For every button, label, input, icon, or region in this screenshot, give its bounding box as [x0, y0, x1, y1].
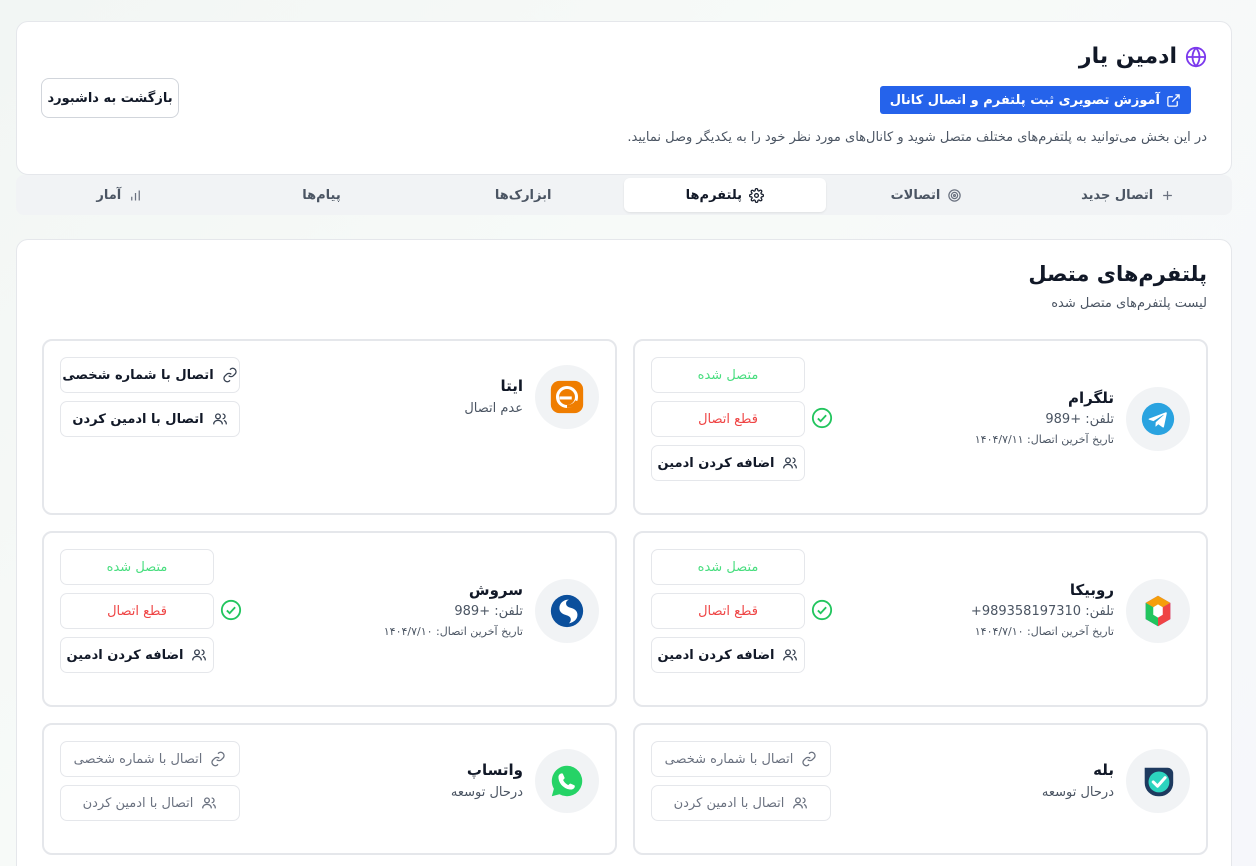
platforms-panel: پلتفرم‌های متصل لیست پلتفرم‌های متصل شده…	[16, 239, 1232, 866]
check-circle-icon	[811, 407, 833, 429]
connect-personal-label: اتصال با شماره شخصی	[664, 751, 794, 767]
users-icon	[192, 649, 207, 661]
back-to-dashboard-button[interactable]: بازگشت به داشبورد	[41, 78, 179, 118]
tab-label: پیام‌ها	[302, 187, 341, 203]
add-admin-button[interactable]: اضافه کردن ادمین	[60, 637, 214, 673]
tab-label: آمار	[96, 187, 122, 203]
platform-phone: تلفن: 989358197310+	[970, 604, 1114, 619]
globe-icon	[1185, 46, 1207, 68]
platform-name: واتساپ	[466, 761, 523, 779]
platform-last-connection: تاریخ آخرین اتصال: ۱۴۰۴/۷/۱۰	[974, 625, 1114, 638]
tutorial-link-button[interactable]: آموزش تصویری ثبت پلتفرم و اتصال کانال	[879, 86, 1191, 114]
tab-label: پلتفرم‌ها	[685, 187, 743, 203]
platform-last-connection: تاریخ آخرین اتصال: ۱۴۰۴/۷/۱۱	[974, 433, 1114, 446]
users-icon	[202, 797, 217, 809]
users-icon	[793, 797, 808, 809]
platform-status: درحال توسعه	[450, 785, 523, 800]
connect-by-admin-button[interactable]: اتصال با ادمین کردن	[60, 401, 240, 437]
whatsapp-icon	[551, 765, 583, 797]
section-title: پلتفرم‌های متصل	[1028, 262, 1207, 286]
tab-label: ابزارک‌ها	[494, 187, 552, 203]
connect-personal-label: اتصال با شماره شخصی	[62, 367, 214, 383]
add-admin-button[interactable]: اضافه کردن ادمین	[651, 637, 805, 673]
tab-widgets[interactable]: ابزارک‌ها	[422, 178, 624, 212]
connect-personal-number-button[interactable]: اتصال با شماره شخصی	[60, 357, 240, 393]
connect-by-admin-button[interactable]: اتصال با ادمین کردن	[651, 785, 831, 821]
users-icon	[783, 457, 798, 469]
platform-name: تلگرام	[1068, 389, 1114, 407]
check-circle-icon	[811, 599, 833, 621]
whatsapp-logo	[535, 749, 599, 813]
tab-new-connection[interactable]: اتصال جدید	[1027, 178, 1229, 212]
platform-name: بله	[1093, 761, 1114, 779]
disconnect-button[interactable]: قطع اتصال	[651, 401, 805, 437]
platform-card-whatsapp: واتساپ درحال توسعه اتصال با شماره شخصی ا…	[42, 723, 617, 855]
platform-name: سروش	[468, 581, 523, 599]
link-icon	[211, 751, 225, 767]
connected-status-button[interactable]: متصل شده	[651, 549, 805, 585]
target-icon	[948, 188, 962, 202]
bale-logo	[1126, 749, 1190, 813]
platform-card-bale: بله درحال توسعه اتصال با شماره شخصی اتصا…	[633, 723, 1208, 855]
platform-name: ایتا	[500, 377, 523, 395]
connect-by-admin-label: اتصال با ادمین کردن	[673, 795, 785, 811]
soroush-icon	[550, 594, 584, 628]
check-circle-icon	[220, 599, 242, 621]
tab-stats[interactable]: آمار	[19, 178, 221, 212]
tab-platforms[interactable]: پلتفرم‌ها	[623, 178, 826, 212]
tutorial-link-label: آموزش تصویری ثبت پلتفرم و اتصال کانال	[889, 92, 1160, 108]
add-admin-button[interactable]: اضافه کردن ادمین	[651, 445, 805, 481]
add-admin-label: اضافه کردن ادمین	[66, 647, 184, 663]
tab-label: اتصال جدید	[1081, 187, 1154, 203]
add-admin-label: اضافه کردن ادمین	[657, 647, 775, 663]
rubika-logo	[1126, 579, 1190, 643]
app-title: ادمین یار	[1079, 44, 1207, 69]
tab-connections[interactable]: اتصالات	[826, 178, 1028, 212]
tab-messages[interactable]: پیام‌ها	[221, 178, 423, 212]
connected-status-button[interactable]: متصل شده	[60, 549, 214, 585]
plus-icon	[1163, 190, 1173, 200]
rubika-icon	[1145, 595, 1171, 627]
section-subtitle: لیست پلتفرم‌های متصل شده	[1051, 296, 1207, 311]
connect-by-admin-button[interactable]: اتصال با ادمین کردن	[60, 785, 240, 821]
soroush-logo	[535, 579, 599, 643]
platform-status: درحال توسعه	[1041, 785, 1114, 800]
platform-name: روبیکا	[1069, 581, 1114, 599]
bale-icon	[1144, 767, 1174, 797]
link-icon	[802, 751, 816, 767]
platform-phone: تلفن: +989	[1045, 412, 1114, 427]
users-icon	[783, 649, 798, 661]
disconnect-button[interactable]: قطع اتصال	[60, 593, 214, 629]
connect-personal-number-button[interactable]: اتصال با شماره شخصی	[651, 741, 831, 777]
telegram-icon	[1141, 402, 1175, 436]
header-description: در این بخش می‌توانید به پلتفرم‌های مختلف…	[627, 130, 1207, 145]
eitaa-icon	[550, 380, 584, 414]
connect-by-admin-label: اتصال با ادمین کردن	[72, 411, 204, 427]
gear-icon	[749, 187, 764, 203]
platform-status: عدم اتصال	[464, 401, 523, 416]
external-link-icon	[1167, 93, 1180, 107]
add-admin-label: اضافه کردن ادمین	[657, 455, 775, 471]
connect-personal-number-button[interactable]: اتصال با شماره شخصی	[60, 741, 240, 777]
users-icon	[212, 413, 227, 425]
platform-last-connection: تاریخ آخرین اتصال: ۱۴۰۴/۷/۱۰	[383, 625, 523, 638]
tab-bar: اتصال جدید اتصالات پلتفرم‌ها ابزارک‌ها پ…	[16, 175, 1232, 215]
platform-card-soroush: سروش تلفن: +989 تاریخ آخرین اتصال: ۱۴۰۴/…	[42, 531, 617, 707]
header-card: ادمین یار آموزش تصویری ثبت پلتفرم و اتصا…	[16, 21, 1232, 175]
eitaa-logo	[535, 365, 599, 429]
platform-phone: تلفن: +989	[454, 604, 523, 619]
connect-by-admin-label: اتصال با ادمین کردن	[82, 795, 194, 811]
platform-card-eitaa: ایتا عدم اتصال اتصال با شماره شخصی اتصال…	[42, 339, 617, 515]
platform-card-rubika: روبیکا تلفن: 989358197310+ تاریخ آخرین ا…	[633, 531, 1208, 707]
bar-chart-icon	[131, 190, 141, 200]
telegram-logo	[1126, 387, 1190, 451]
link-icon	[223, 367, 237, 383]
platform-card-telegram: تلگرام تلفن: +989 تاریخ آخرین اتصال: ۱۴۰…	[633, 339, 1208, 515]
tab-label: اتصالات	[890, 187, 941, 203]
disconnect-button[interactable]: قطع اتصال	[651, 593, 805, 629]
connect-personal-label: اتصال با شماره شخصی	[73, 751, 203, 767]
app-title-text: ادمین یار	[1078, 44, 1177, 69]
connected-status-button[interactable]: متصل شده	[651, 357, 805, 393]
